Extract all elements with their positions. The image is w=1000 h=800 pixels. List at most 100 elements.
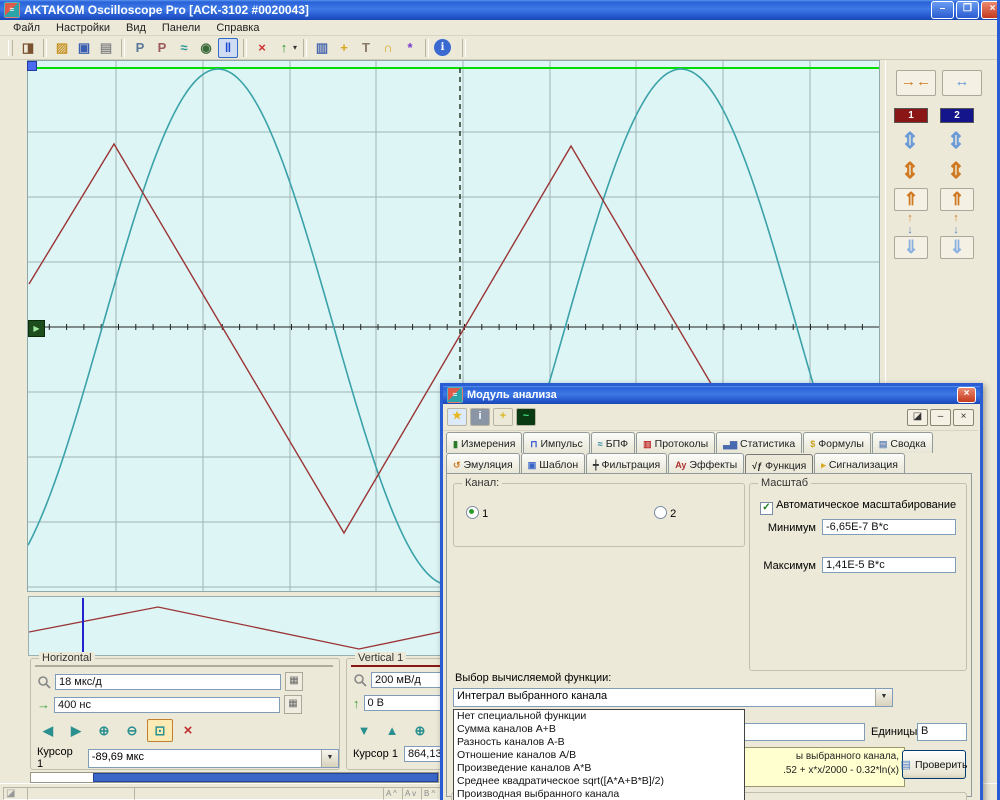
squeeze-vertical-ch1-button[interactable]: ⇕ [894, 158, 926, 184]
offset-keypad-button[interactable]: ▦ [284, 695, 302, 714]
menu-item-Справка[interactable]: Справка [209, 21, 266, 35]
function-tab-content: Канал: 1 2 Масштаб ✓ Автоматическое масш… [446, 473, 972, 797]
zoom-in-button[interactable]: ⊕ [407, 719, 433, 742]
function-option[interactable]: Нет специальной функции [454, 710, 744, 723]
expand-horizontal-button[interactable]: ↔ [942, 70, 982, 96]
tab-БПФ[interactable]: ≈БПФ [591, 432, 635, 453]
move-up-ch2-button[interactable]: ⇑ [940, 188, 974, 211]
calibrate-icon[interactable]: + [493, 408, 513, 426]
pan-up-button[interactable]: ▲ [379, 719, 405, 742]
step-up-ch1-button[interactable]: ↑ [894, 212, 926, 224]
scrollbar-thumb[interactable] [93, 773, 438, 782]
tab-Измерения[interactable]: ▮Измерения [446, 432, 522, 453]
dialog-plot-button[interactable]: ◪ [907, 409, 928, 426]
function-combobox[interactable]: Интеграл выбранного канала ▼ [453, 688, 893, 707]
trigger-level-marker[interactable]: ▶ [28, 320, 45, 337]
function-option[interactable]: Произведение каналов A*B [454, 762, 744, 775]
tab-Эмуляция[interactable]: ↺Эмуляция [446, 453, 520, 474]
dialog-close-button[interactable]: × [957, 387, 976, 403]
measure-tool-icon[interactable]: + [334, 38, 354, 58]
expand-vertical-ch2-button[interactable]: ⇕ [940, 128, 972, 154]
time-per-div-field[interactable]: 18 мкс/д [55, 674, 281, 690]
about-icon[interactable]: i [434, 39, 451, 56]
step-down-ch2-button[interactable]: ↓ [940, 224, 972, 236]
alarm-icon[interactable]: ∩ [378, 38, 398, 58]
exit-icon[interactable]: ◨ [18, 38, 38, 58]
info-icon[interactable]: i [470, 408, 490, 426]
maximize-button[interactable]: ❐ [956, 1, 979, 19]
scope-screen-icon[interactable]: ~ [516, 408, 536, 426]
function-option[interactable]: Отношение каналов A/B [454, 749, 744, 762]
tab-Сигнализация[interactable]: ▸Сигнализация [814, 453, 905, 474]
check-formula-button[interactable]: ▤ Проверить [902, 750, 966, 779]
save-profile-icon[interactable]: P [152, 38, 172, 58]
function-option[interactable]: Среднее квадратическое sqrt([A*A+B*B]/2) [454, 775, 744, 788]
load-profile-icon[interactable]: P [130, 38, 150, 58]
zoom-out-button[interactable]: ⊖ [119, 719, 145, 742]
time-offset-field[interactable]: 400 нс [54, 697, 280, 713]
min-field[interactable]: -6,65E-7 В*с [822, 519, 956, 535]
horizontal-scrollbar[interactable] [30, 772, 439, 783]
menu-item-Файл[interactable]: Файл [6, 21, 47, 35]
acquisition-icon[interactable]: ◉ [196, 38, 216, 58]
print-icon[interactable]: ▤ [96, 38, 116, 58]
tab-Эффекты[interactable]: AyЭффекты [668, 453, 744, 474]
radio-channel-2[interactable]: 2 [654, 506, 676, 520]
autoscale-checkbox[interactable]: ✓ Автоматическое масштабирование [760, 499, 956, 515]
pause-icon[interactable]: ‖ [218, 38, 238, 58]
tab-Импульс[interactable]: ⊓Импульс [523, 432, 589, 453]
save-file-icon[interactable]: ▣ [74, 38, 94, 58]
export-icon[interactable]: ↑ [274, 38, 294, 58]
h-cursor-combo[interactable]: -89,69 мкс ▼ [88, 749, 339, 768]
dialog-title-bar[interactable]: ≈ Модуль анализа × [443, 386, 980, 404]
step-down-ch1-button[interactable]: ↓ [894, 224, 926, 236]
tab-Статистика[interactable]: ▃▆Статистика [716, 432, 802, 453]
units-field[interactable]: В [917, 723, 967, 741]
max-field[interactable]: 1,41E-5 В*с [822, 557, 956, 573]
move-down-ch1-button[interactable]: ⇓ [894, 236, 928, 259]
dialog-minimize-button[interactable]: – [930, 409, 951, 426]
function-option[interactable]: Разность каналов A-B [454, 736, 744, 749]
step-up-ch2-button[interactable]: ↑ [940, 212, 972, 224]
pan-left-button[interactable]: ◀ [35, 719, 61, 742]
minimize-button[interactable]: – [931, 1, 954, 19]
pan-right-button[interactable]: ▶ [63, 719, 89, 742]
tab-Шаблон[interactable]: ▣Шаблон [521, 453, 585, 474]
move-down-ch2-button[interactable]: ⇓ [940, 236, 974, 259]
menu-item-Настройки[interactable]: Настройки [49, 21, 117, 35]
menu-item-Панели[interactable]: Панели [155, 21, 207, 35]
open-file-icon[interactable]: ▨ [52, 38, 72, 58]
info-panel-icon[interactable]: ▥ [312, 38, 332, 58]
tools-icon[interactable]: Т [356, 38, 376, 58]
dialog-close-button-2[interactable]: × [953, 409, 974, 426]
tab-Функция[interactable]: √ƒФункция [745, 454, 813, 475]
title-bar[interactable]: ≈ AKTAKOM Oscilloscope Pro [АСК-3102 #00… [0, 0, 1000, 20]
pan-down-button[interactable]: ▼ [351, 719, 377, 742]
squeeze-vertical-ch2-button[interactable]: ⇕ [940, 158, 972, 184]
chevron-down-icon[interactable]: ▼ [875, 689, 892, 706]
zoom-window-button[interactable]: ⊡ [147, 719, 173, 742]
favorites-icon[interactable]: ★ [447, 408, 467, 426]
toolbar-grip[interactable] [8, 40, 13, 56]
eraser-icon[interactable]: ◪ [3, 787, 29, 800]
tab-Сводка[interactable]: ▤Сводка [872, 432, 933, 453]
function-option[interactable]: Сумма каналов A+B [454, 723, 744, 736]
waveform-view-icon[interactable]: ≈ [174, 38, 194, 58]
expand-vertical-ch1-button[interactable]: ⇕ [894, 128, 926, 154]
radio-channel-1[interactable]: 1 [466, 506, 488, 520]
chevron-down-icon[interactable]: ▼ [321, 750, 338, 767]
tab-Формулы[interactable]: $Формулы [803, 432, 871, 453]
reset-zoom-button[interactable]: × [175, 719, 201, 742]
zoom-in-button[interactable]: ⊕ [91, 719, 117, 742]
plot-corner-marker[interactable] [27, 61, 37, 71]
export-dropdown-icon[interactable]: ▾ [293, 43, 297, 52]
squeeze-horizontal-button[interactable]: →← [896, 70, 936, 96]
tab-Протоколы[interactable]: ▥Протоколы [636, 432, 715, 453]
move-up-ch1-button[interactable]: ⇑ [894, 188, 928, 211]
function-option[interactable]: Производная выбранного канала [454, 788, 744, 800]
menu-item-Вид[interactable]: Вид [119, 21, 153, 35]
time-keypad-button[interactable]: ▦ [285, 672, 303, 691]
clear-icon[interactable]: × [252, 38, 272, 58]
wizard-icon[interactable]: * [400, 38, 420, 58]
tab-Фильтрация[interactable]: ┿Фильтрация [586, 453, 667, 474]
